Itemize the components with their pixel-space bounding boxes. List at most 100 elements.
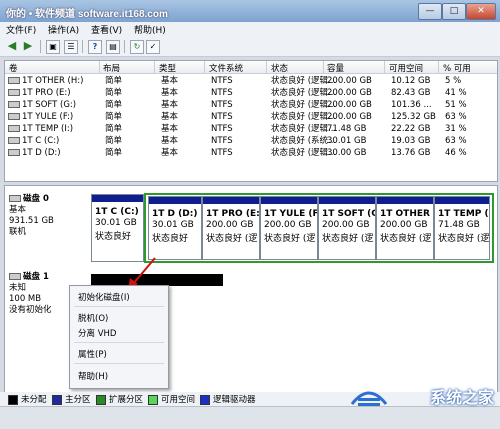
volume-free: 22.22 GB: [391, 124, 431, 134]
disk1-title: 磁盘 1: [9, 272, 87, 283]
partition-h[interactable]: 1T OTHER (H:) 200.00 GB 状态良好 (逻: [376, 196, 434, 260]
menu-action[interactable]: 操作(A): [48, 23, 79, 36]
volume-filesystem: NTFS: [211, 100, 233, 110]
volume-layout: 简单: [105, 88, 123, 98]
menu-initialize-disk[interactable]: 初始化磁盘(I): [78, 291, 130, 303]
disk0-type: 基本: [9, 205, 27, 215]
column-divider: [99, 61, 100, 73]
column-divider: [204, 61, 205, 73]
disk0-label[interactable]: 磁盘 0 基本 931.51 GB 联机: [9, 194, 87, 238]
partition-name: 1T PRO (E:): [206, 209, 260, 219]
legend-label: 可用空间: [161, 395, 196, 405]
disk0-size: 931.51 GB: [9, 216, 54, 226]
menu-offline[interactable]: 脱机(O): [78, 312, 108, 324]
partition-status: 状态良好 (逻: [438, 234, 490, 244]
menu-detach-vhd[interactable]: 分离 VHD: [78, 327, 116, 339]
volume-row[interactable]: 1T TEMP (I:) 简单 基本 NTFS 状态良好 (逻辑... 71.4…: [5, 123, 497, 135]
volume-row[interactable]: 1T OTHER (H:) 简单 基本 NTFS 状态良好 (逻辑... 200…: [5, 75, 497, 87]
menu-help[interactable]: 帮助(H): [134, 23, 166, 36]
col-filesystem[interactable]: 文件系统: [209, 62, 243, 74]
volume-free: 10.12 GB: [391, 76, 431, 86]
volume-free: 101.36 ...: [391, 100, 432, 110]
volume-percent: 63 %: [445, 136, 467, 146]
volume-name: 1T YULE (F:): [8, 111, 73, 123]
drive-icon: [8, 89, 20, 96]
col-volume[interactable]: 卷: [9, 62, 18, 74]
col-percent-free[interactable]: % 可用: [443, 62, 471, 74]
menu-help-item[interactable]: 帮助(H): [78, 370, 108, 382]
col-layout[interactable]: 布局: [103, 62, 120, 74]
partition-status: 状态良好 (逻: [322, 234, 374, 244]
partition-bar: [435, 197, 489, 204]
volume-list: 卷 布局 类型 文件系统 状态 容量 可用空间 % 可用 1T OTHER (H…: [4, 60, 498, 182]
column-divider: [323, 61, 324, 73]
volume-name: 1T SOFT (G:): [8, 99, 76, 111]
volume-capacity: 200.00 GB: [327, 100, 372, 110]
check-icon[interactable]: ✓: [146, 40, 160, 54]
col-capacity[interactable]: 容量: [327, 62, 344, 74]
console-tree-icon[interactable]: ▣: [46, 40, 60, 54]
legend-swatch-extended: [96, 395, 106, 405]
partition-bar: [92, 195, 143, 202]
partition-status: 状态良好: [95, 232, 132, 242]
legend-swatch-primary: [52, 395, 62, 405]
forward-icon[interactable]: ▶: [22, 40, 34, 52]
volume-percent: 63 %: [445, 112, 467, 122]
volume-filesystem: NTFS: [211, 124, 233, 134]
list-view-icon[interactable]: ☰: [64, 40, 78, 54]
volume-type: 基本: [161, 100, 179, 110]
volume-percent: 41 %: [445, 88, 467, 98]
partition-c[interactable]: 1T C (C:) 30.01 GB 状态良好: [91, 194, 144, 262]
menu-bar: 文件(F) 操作(A) 查看(V) 帮助(H): [0, 22, 500, 37]
partition-size: 200.00 GB: [380, 220, 428, 230]
volume-row[interactable]: 1T YULE (F:) 简单 基本 NTFS 状态良好 (逻辑... 200.…: [5, 111, 497, 123]
close-button[interactable]: ✕: [466, 3, 496, 20]
watermark-text: 你的 • 软件频道 software.it168.com: [6, 9, 168, 20]
partition-e[interactable]: 1T PRO (E:) 200.00 GB 状态良好 (逻: [202, 196, 260, 260]
legend-swatch-unallocated: [8, 395, 18, 405]
col-free-space[interactable]: 可用空间: [389, 62, 423, 74]
toolbar: ◀ ▶ ▣ ☰ ? ▤ ↻ ✓: [0, 37, 500, 57]
menu-view[interactable]: 查看(V): [91, 23, 122, 36]
partition-status: 状态良好: [152, 234, 189, 244]
maximize-button[interactable]: □: [442, 3, 466, 20]
refresh-icon[interactable]: ↻: [130, 40, 144, 54]
drive-icon: [8, 137, 20, 144]
volume-row[interactable]: 1T D (D:) 简单 基本 NTFS 状态良好 (逻辑... 30.00 G…: [5, 147, 497, 159]
minimize-button[interactable]: —: [418, 3, 442, 20]
toolbar-divider: [40, 40, 41, 53]
toolbar-divider: [82, 40, 83, 53]
volume-type: 基本: [161, 112, 179, 122]
partition-f[interactable]: 1T YULE (F:) 200.00 GB 状态良好 (逻: [260, 196, 318, 260]
col-status[interactable]: 状态: [271, 62, 288, 74]
menu-properties[interactable]: 属性(P): [78, 348, 107, 360]
col-type[interactable]: 类型: [159, 62, 176, 74]
partition-g[interactable]: 1T SOFT (G:) 200.00 GB 状态良好 (逻: [318, 196, 376, 260]
menu-file[interactable]: 文件(F): [6, 23, 36, 36]
volume-row[interactable]: 1T SOFT (G:) 简单 基本 NTFS 状态良好 (逻辑... 200.…: [5, 99, 497, 111]
partition-bar: [203, 197, 259, 204]
volume-capacity: 200.00 GB: [327, 88, 372, 98]
help-icon[interactable]: ?: [88, 40, 102, 54]
back-icon[interactable]: ◀: [6, 40, 18, 52]
volume-row[interactable]: 1T PRO (E:) 简单 基本 NTFS 状态良好 (逻辑... 200.0…: [5, 87, 497, 99]
volume-percent: 46 %: [445, 148, 467, 158]
volume-percent: 5 %: [445, 76, 462, 86]
disk-icon: [9, 273, 21, 280]
legend-swatch-free: [148, 395, 158, 405]
partition-d[interactable]: 1T D (D:) 30.01 GB 状态良好: [148, 196, 202, 260]
partition-status: 状态良好 (逻: [264, 234, 316, 244]
volume-filesystem: NTFS: [211, 112, 233, 122]
menu-separator: [74, 342, 164, 343]
brand-logo-icon: [350, 391, 388, 406]
menu-separator: [74, 306, 164, 307]
partition-size: 200.00 GB: [322, 220, 370, 230]
volume-layout: 简单: [105, 136, 123, 146]
partition-i[interactable]: 1T TEMP (I:) 71.48 GB 状态良好 (逻: [434, 196, 490, 260]
volume-row[interactable]: 1T C (C:) 简单 基本 NTFS 状态良好 (系统... 30.01 G…: [5, 135, 497, 147]
volume-name: 1T OTHER (H:): [8, 75, 83, 87]
volume-type: 基本: [161, 148, 179, 158]
partition-size: 200.00 GB: [264, 220, 312, 230]
properties-icon[interactable]: ▤: [106, 40, 120, 54]
legend-label: 未分配: [21, 395, 47, 405]
